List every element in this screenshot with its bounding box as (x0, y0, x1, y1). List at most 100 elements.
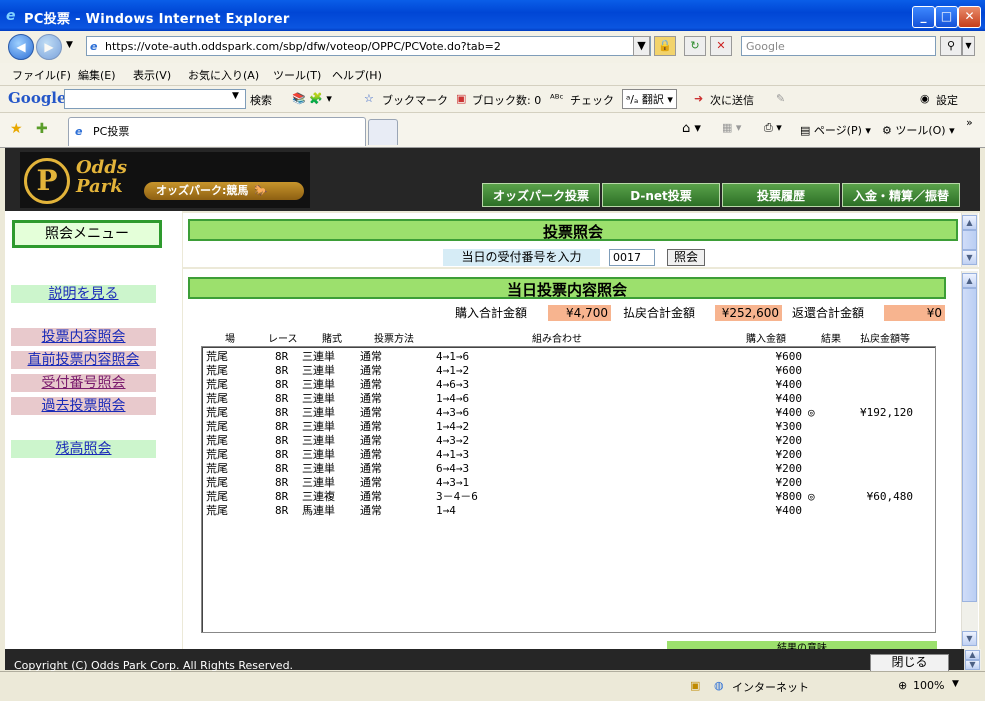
inquiry-submit-button[interactable]: 照会 (667, 249, 705, 266)
translate-button[interactable]: ᵃ/ₐ 翻訳 ▾ (622, 89, 677, 109)
scroll-thumb[interactable] (962, 230, 977, 250)
new-tab-button[interactable] (368, 119, 398, 145)
scroll-up-icon[interactable]: ▲ (962, 215, 977, 230)
link-vote-inquiry[interactable]: 投票内容照会 (11, 328, 156, 346)
stop-icon[interactable]: ✕ (710, 36, 732, 56)
close-button[interactable]: 閉じる (870, 654, 949, 672)
link-recent-vote-inquiry[interactable]: 直前投票内容照会 (11, 351, 156, 369)
history-dropdown-icon[interactable]: ▼ (66, 40, 73, 50)
cell-method: 通常 (360, 420, 382, 433)
table-row[interactable]: 荒尾 8R 三連単 通常 4→6→3 ¥400 (202, 378, 935, 392)
settings-icon: ◉ (920, 92, 930, 105)
nav-deposit[interactable]: 入金・精算／振替 (842, 183, 960, 207)
cell-venue: 荒尾 (206, 420, 228, 433)
google-search-input[interactable] (64, 89, 246, 109)
address-dropdown-icon[interactable]: ▼ (633, 36, 650, 56)
menu-help[interactable]: ヘルプ(H) (332, 67, 382, 83)
inquiry-frame: 投票照会 当日の受付番号を入力 0017 照会 ▲ ▼ (183, 213, 979, 267)
menu-tools[interactable]: ツール(T) (273, 67, 321, 83)
cell-combo: 4→1→6 (436, 350, 470, 363)
minimize-button[interactable]: _ (912, 6, 935, 28)
send-to-button[interactable]: 次に送信 (710, 92, 754, 108)
scroll-down-icon[interactable]: ▼ (962, 250, 977, 265)
google-search-dropdown-icon[interactable]: ▼ (232, 91, 239, 101)
table-row[interactable]: 荒尾 8R 三連単 通常 6→4→3 ¥200 (202, 462, 935, 476)
toolbar-icons[interactable]: 📚 🧩 ▾ (292, 92, 332, 105)
bookmarks-button[interactable]: ブックマーク (382, 92, 448, 108)
menu-file[interactable]: ファイル(F) (12, 67, 71, 83)
table-row[interactable]: 荒尾 8R 三連単 通常 4→3→2 ¥200 (202, 434, 935, 448)
tools-menu[interactable]: ⚙ ツール(O) ▾ (882, 122, 955, 138)
nav-dnet-vote[interactable]: D-net投票 (602, 183, 720, 207)
cell-amount: ¥400 (775, 392, 803, 405)
footer-scrollbar[interactable]: ▲ ▼ (964, 649, 981, 670)
maximize-button[interactable]: □ (935, 6, 958, 28)
results-scrollbar[interactable]: ▲ ▼ (961, 271, 978, 649)
table-row[interactable]: 荒尾 8R 三連複 通常 3－4－6 ¥800 ◎ ¥60,480 (202, 490, 935, 504)
lock-icon[interactable]: 🔒 (654, 36, 676, 56)
search-options-icon[interactable]: ▼ (962, 36, 975, 56)
receipt-number-input[interactable]: 0017 (609, 249, 655, 266)
table-row[interactable]: 荒尾 8R 馬連単 通常 1→4 ¥400 (202, 504, 935, 518)
menu-edit[interactable]: 編集(E) (78, 67, 116, 83)
popup-block-icon: ▣ (456, 92, 467, 105)
table-row[interactable]: 荒尾 8R 三連単 通常 1→4→6 ¥400 (202, 392, 935, 406)
results-scroll-up-icon[interactable]: ▲ (962, 273, 977, 288)
home-icon[interactable]: ⌂ ▾ (682, 121, 701, 136)
footer-scroll-down-icon[interactable]: ▼ (965, 660, 980, 670)
zoom-level[interactable]: 100% (913, 679, 944, 692)
settings-button[interactable]: 設定 (936, 92, 958, 108)
odds-park-logo[interactable]: P Odds Park オッズパーク:競馬 🐎 (20, 152, 310, 208)
favorites-star-icon[interactable]: ★ (10, 121, 23, 137)
table-row[interactable]: 荒尾 8R 三連単 通常 1→4→2 ¥300 (202, 420, 935, 434)
chevron-more-icon[interactable]: » (966, 116, 973, 129)
results-scroll-down-icon[interactable]: ▼ (962, 631, 977, 646)
popup-blocked-count[interactable]: ブロック数: 0 (472, 92, 541, 108)
footer-scroll-up-icon[interactable]: ▲ (965, 650, 980, 660)
refund-total-value: ¥0 (884, 305, 945, 321)
table-row[interactable]: 荒尾 8R 三連単 通常 4→1→2 ¥600 (202, 364, 935, 378)
cell-race: 8R (275, 364, 289, 377)
cell-race: 8R (275, 392, 289, 405)
inquiry-scrollbar[interactable]: ▲ ▼ (961, 213, 978, 267)
cell-amount: ¥200 (775, 476, 803, 489)
tab-pc-vote[interactable]: e PC投票 (68, 117, 366, 146)
window-title-bar[interactable]: e PC投票 - Windows Internet Explorer _ □ ✕ (0, 0, 985, 31)
feed-icon[interactable]: ▦ ▾ (722, 121, 741, 134)
security-zone[interactable]: インターネット (732, 679, 809, 695)
table-row[interactable]: 荒尾 8R 三連単 通常 4→1→3 ¥200 (202, 448, 935, 462)
search-input[interactable]: Google (741, 36, 936, 56)
cell-method: 通常 (360, 490, 382, 503)
link-receipt-inquiry[interactable]: 受付番号照会 (11, 374, 156, 392)
highlighter-icon[interactable]: ✎ (776, 92, 785, 105)
link-past-vote-inquiry[interactable]: 過去投票照会 (11, 397, 156, 415)
link-explanation[interactable]: 説明を見る (11, 285, 156, 303)
vote-list[interactable]: 荒尾 8R 三連単 通常 4→1→6 ¥600 荒尾 8R 三連単 通常 4→1→2 ¥600 荒尾 8R… (201, 346, 936, 633)
back-arrow-icon[interactable]: ◀ (8, 34, 34, 60)
menu-favorites[interactable]: お気に入り(A) (188, 67, 259, 83)
cell-venue: 荒尾 (206, 504, 228, 517)
menu-view[interactable]: 表示(V) (133, 67, 171, 83)
print-icon[interactable]: ⎙ ▾ (764, 121, 782, 135)
cell-race: 8R (275, 420, 289, 433)
link-balance-inquiry[interactable]: 残高照会 (11, 440, 156, 458)
nav-oddspark-vote[interactable]: オッズパーク投票 (482, 183, 600, 207)
page-menu[interactable]: ▤ ページ(P) ▾ (800, 122, 871, 138)
search-icon[interactable]: ⚲ (940, 36, 962, 56)
cell-venue: 荒尾 (206, 434, 228, 447)
forward-arrow-icon[interactable]: ▶ (36, 34, 62, 60)
table-row[interactable]: 荒尾 8R 三連単 通常 4→1→6 ¥600 (202, 350, 935, 364)
close-window-button[interactable]: ✕ (958, 6, 981, 28)
add-favorite-icon[interactable]: ✚ (36, 121, 48, 137)
refresh-icon[interactable]: ↻ (684, 36, 706, 56)
table-row[interactable]: 荒尾 8R 三連単 通常 4→3→1 ¥200 (202, 476, 935, 490)
zoom-dropdown-icon[interactable]: ▼ (952, 679, 959, 689)
payout-total-label: 払戻合計金額 (623, 306, 696, 320)
table-row[interactable]: 荒尾 8R 三連単 通常 4→3→6 ¥400 ◎ ¥192,120 (202, 406, 935, 420)
address-input[interactable]: e https://vote-auth.oddspark.com/sbp/dfw… (86, 36, 651, 56)
google-search-button[interactable]: 検索 (250, 92, 272, 108)
results-scroll-thumb[interactable] (962, 288, 977, 602)
nav-vote-history[interactable]: 投票履歴 (722, 183, 840, 207)
cell-race: 8R (275, 448, 289, 461)
check-button[interactable]: チェック (570, 92, 614, 108)
